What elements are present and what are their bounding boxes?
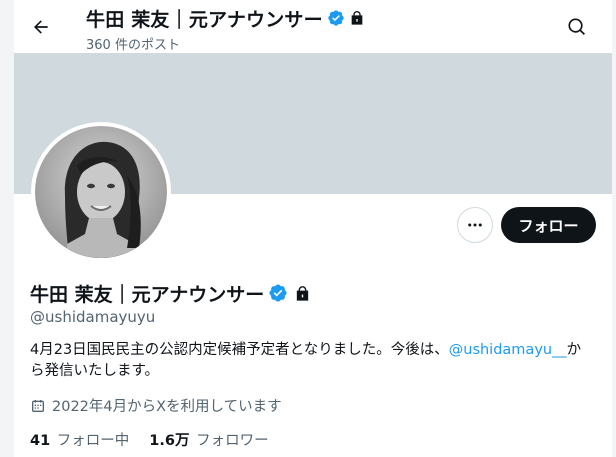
header-title-block: 牛田 茉友｜元アナウンサー 360 件のポスト bbox=[86, 5, 365, 53]
followers-label: フォロワー bbox=[196, 433, 269, 449]
post-count: 360 件のポスト bbox=[86, 38, 180, 53]
verified-badge-icon[interactable] bbox=[327, 9, 345, 27]
profile-page: 牛田 茉友｜元アナウンサー 360 件のポスト フォロー 牛田 茉友｜元アナウン… bbox=[14, 0, 612, 457]
more-options-button[interactable] bbox=[457, 207, 493, 243]
top-bar: 牛田 茉友｜元アナウンサー 360 件のポスト bbox=[14, 0, 612, 53]
avatar-photo bbox=[35, 126, 167, 258]
back-button[interactable] bbox=[26, 12, 56, 42]
more-horizontal-icon bbox=[468, 223, 482, 227]
avatar[interactable] bbox=[31, 122, 171, 262]
lock-icon bbox=[349, 10, 365, 26]
verified-badge-icon[interactable] bbox=[268, 283, 288, 303]
profile-name-row: 牛田 茉友｜元アナウンサー bbox=[30, 280, 311, 306]
following-count: 41 bbox=[30, 433, 51, 449]
joined-text: 2022年4月からXを利用しています bbox=[52, 399, 282, 415]
follow-button[interactable]: フォロー bbox=[501, 207, 596, 243]
header-title: 牛田 茉友｜元アナウンサー bbox=[86, 8, 323, 31]
profile-bio: 4月23日国民民主の公認内定候補予定者となりました。今後は、@ushidamay… bbox=[30, 340, 590, 382]
lock-icon bbox=[294, 285, 311, 302]
joined-date: 2022年4月からXを利用しています bbox=[30, 395, 282, 416]
calendar-icon bbox=[30, 398, 46, 414]
search-icon bbox=[568, 18, 585, 35]
arrow-left-icon bbox=[34, 20, 48, 34]
bio-text: 4月23日国民民主の公認内定候補予定者となりました。今後は、 bbox=[30, 342, 449, 358]
bio-mention-link[interactable]: @ushidamayu__ bbox=[449, 342, 567, 358]
profile-handle: @ushidamayuyu bbox=[30, 308, 156, 326]
follow-stats: 41 フォロー中 1.6万 フォロワー bbox=[30, 429, 289, 450]
display-name: 牛田 茉友｜元アナウンサー bbox=[30, 283, 265, 306]
following-link[interactable]: 41 フォロー中 bbox=[30, 429, 129, 450]
followers-link[interactable]: 1.6万 フォロワー bbox=[149, 429, 268, 450]
search-button[interactable] bbox=[564, 14, 590, 40]
followers-count: 1.6万 bbox=[149, 433, 190, 449]
following-label: フォロー中 bbox=[56, 433, 130, 449]
